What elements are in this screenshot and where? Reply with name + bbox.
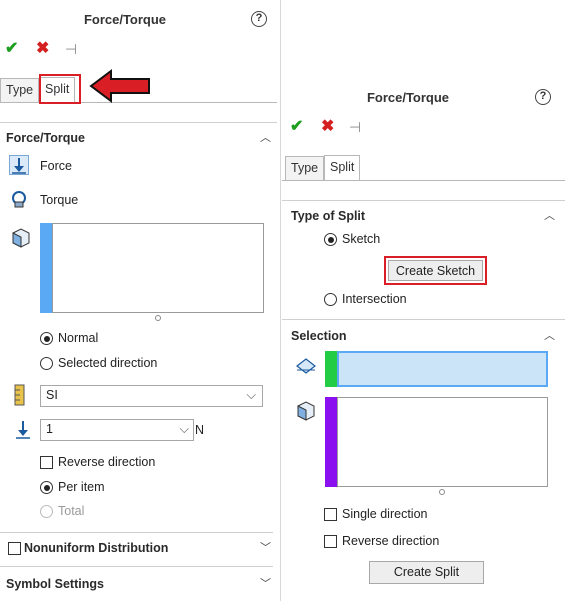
nonuniform-checkbox[interactable] [8, 542, 21, 555]
tab-split[interactable]: Split [324, 155, 361, 180]
ok-check-icon[interactable]: ✔ [5, 41, 18, 57]
force-value-input[interactable]: 1 ⌵ [40, 419, 194, 441]
help-icon[interactable]: ? [251, 11, 267, 27]
force-toggle-button[interactable] [9, 155, 29, 175]
selection-color-bar [40, 223, 52, 313]
type-of-split-title: Type of Split [291, 209, 366, 223]
normal-label: Normal [58, 331, 99, 345]
face-selection-icon [12, 228, 30, 248]
torque-label: Torque [40, 193, 79, 207]
force-label: Force [40, 159, 72, 173]
per-item-label: Per item [58, 480, 105, 494]
torque-toggle-button[interactable] [9, 189, 29, 209]
normal-radio[interactable] [40, 332, 53, 345]
collapse-chevron-icon[interactable]: ︿ [544, 331, 555, 342]
total-radio[interactable] [40, 505, 53, 518]
symbol-settings-title: Symbol Settings [6, 577, 104, 591]
chevron-down-icon: ⌵ [246, 388, 256, 402]
split-tab-highlight [39, 74, 81, 104]
reverse-direction-label: Reverse direction [58, 455, 156, 469]
left-property-manager: Force/Torque ? ✔ ✖ ⊣ Type Split Force/To… [0, 0, 281, 601]
intersection-radio[interactable] [324, 293, 337, 306]
selected-direction-radio[interactable] [40, 357, 53, 370]
right-property-manager: Force/Torque ? ✔ ✖ ⊣ Type Split Type of … [282, 76, 565, 601]
body-selection-list[interactable] [337, 397, 548, 487]
force-value-text: 1 [46, 422, 53, 436]
total-label: Total [58, 504, 85, 518]
expand-chevron-icon[interactable]: ﹀ [260, 579, 271, 590]
torque-icon [12, 191, 26, 208]
reverse-direction-label: Reverse direction [342, 534, 440, 548]
pin-icon[interactable]: ⊣ [65, 41, 77, 57]
reverse-direction-checkbox[interactable] [324, 535, 337, 548]
resize-handle[interactable] [439, 489, 445, 495]
sketch-label: Sketch [342, 232, 381, 246]
expand-chevron-icon[interactable]: ﹀ [260, 543, 271, 554]
chevron-down-icon: ⌵ [179, 422, 189, 436]
intersection-label: Intersection [342, 292, 407, 306]
cancel-x-icon[interactable]: ✖ [321, 119, 334, 135]
ruler-icon [14, 384, 25, 406]
cancel-x-icon[interactable]: ✖ [36, 41, 49, 57]
force-value-arrow-icon [16, 421, 30, 439]
ok-check-icon[interactable]: ✔ [290, 119, 303, 135]
body-color-bar [325, 397, 337, 487]
plane-color-bar [325, 351, 337, 387]
unit-label: N [195, 423, 205, 437]
collapse-chevron-icon[interactable]: ︿ [260, 133, 271, 144]
force-arrow-icon [12, 158, 26, 174]
section-force-torque-title: Force/Torque [6, 131, 85, 145]
plane-icon [296, 358, 316, 374]
create-split-button[interactable]: Create Split [369, 561, 484, 584]
plane-selection-box[interactable] [337, 351, 548, 387]
tab-type[interactable]: Type [285, 156, 325, 180]
per-item-radio[interactable] [40, 481, 53, 494]
create-sketch-button[interactable]: Create Sketch [388, 260, 483, 281]
single-direction-label: Single direction [342, 507, 428, 521]
body-selection-icon [297, 401, 315, 421]
units-select[interactable]: SI ⌵ [40, 385, 263, 407]
units-select-value: SI [46, 388, 58, 402]
panel-title: Force/Torque [366, 90, 450, 105]
pin-icon[interactable]: ⊣ [349, 119, 361, 135]
sketch-radio[interactable] [324, 233, 337, 246]
face-selection-list[interactable] [52, 223, 264, 313]
resize-handle[interactable] [155, 315, 161, 321]
collapse-chevron-icon[interactable]: ︿ [544, 211, 555, 222]
single-direction-checkbox[interactable] [324, 508, 337, 521]
selected-direction-label: Selected direction [58, 356, 158, 370]
panel-title: Force/Torque [83, 12, 167, 27]
reverse-direction-checkbox[interactable] [40, 456, 53, 469]
help-icon[interactable]: ? [535, 89, 551, 105]
callout-arrow-icon [89, 69, 150, 103]
tab-type[interactable]: Type [0, 78, 40, 102]
selection-title: Selection [291, 329, 347, 343]
nonuniform-title: Nonuniform Distribution [24, 541, 169, 555]
